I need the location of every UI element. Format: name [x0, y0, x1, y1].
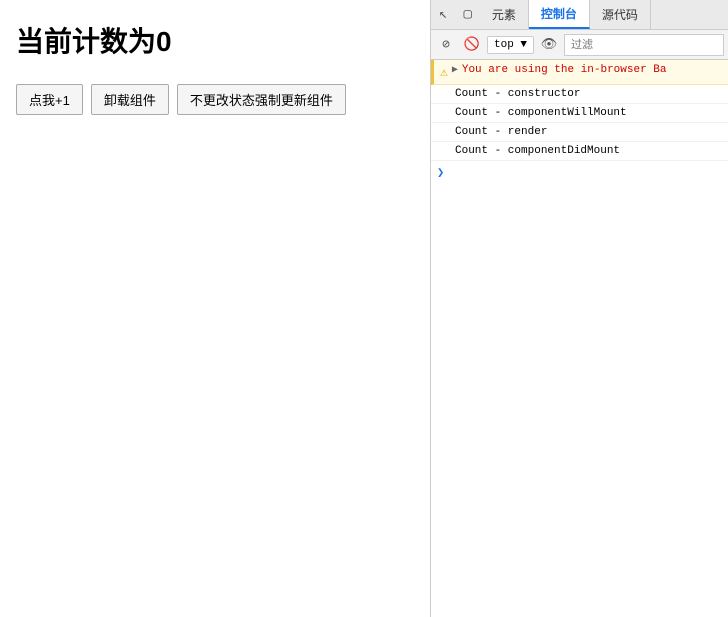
log-entry-2: Count - render — [431, 123, 728, 142]
increment-button[interactable]: 点我+1 — [16, 84, 83, 115]
page-title: 当前计数为0 — [16, 20, 414, 60]
eye-icon[interactable]: 👁 — [538, 34, 560, 56]
console-toolbar: ⊘ 🚫 top ▼ 👁 — [431, 30, 728, 60]
button-row: 点我+1 卸载组件 不更改状态强制更新组件 — [16, 84, 414, 115]
log-entry-0: Count - constructor — [431, 85, 728, 104]
force-update-button[interactable]: 不更改状态强制更新组件 — [177, 84, 346, 115]
device-icon[interactable]: ▢ — [455, 0, 479, 29]
log-entry-3: Count - componentDidMount — [431, 142, 728, 161]
context-selector[interactable]: top ▼ — [487, 36, 534, 54]
left-panel: 当前计数为0 点我+1 卸载组件 不更改状态强制更新组件 — [0, 0, 430, 617]
console-input-row: ❯ — [431, 161, 728, 184]
tab-console[interactable]: 控制台 — [529, 0, 590, 29]
console-chevron-icon: ❯ — [437, 165, 444, 180]
clear-console-icon[interactable]: ⊘ — [435, 34, 457, 56]
log-entry-1: Count - componentWillMount — [431, 104, 728, 123]
tab-sources[interactable]: 源代码 — [590, 0, 651, 29]
unmount-button[interactable]: 卸载组件 — [91, 84, 169, 115]
tab-elements[interactable]: 元素 — [480, 0, 529, 29]
console-content: ⚠ ▶ You are using the in-browser Ba Coun… — [431, 60, 728, 617]
warning-icon: ⚠ — [440, 65, 448, 80]
filter-input[interactable] — [564, 34, 724, 56]
warning-text: You are using the in-browser Ba — [462, 64, 667, 76]
cursor-icon[interactable]: ↖ — [431, 0, 455, 29]
warning-expand-icon[interactable]: ▶ — [452, 64, 458, 76]
devtools-panel: ↖ ▢ 元素 控制台 源代码 ⊘ 🚫 top ▼ 👁 ⚠ ▶ You are u… — [430, 0, 728, 617]
warning-row: ⚠ ▶ You are using the in-browser Ba — [431, 60, 728, 85]
devtools-tabs-bar: ↖ ▢ 元素 控制台 源代码 — [431, 0, 728, 30]
block-icon[interactable]: 🚫 — [461, 34, 483, 56]
